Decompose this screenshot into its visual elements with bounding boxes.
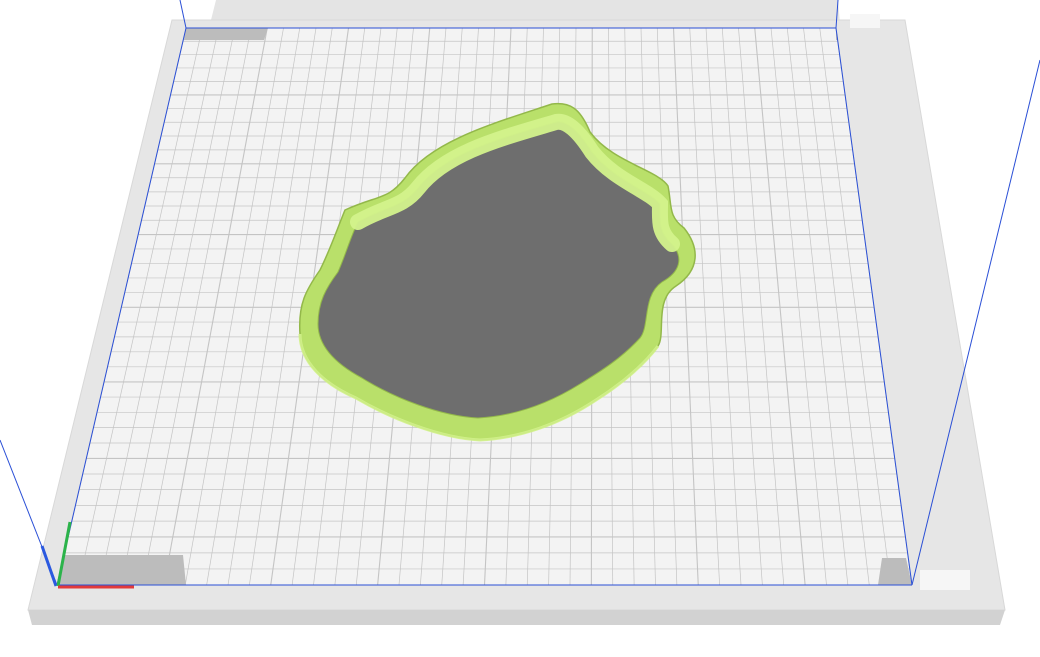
plate-right-tab	[850, 14, 880, 28]
corner-clip-back-left	[184, 28, 268, 40]
scene-canvas[interactable]	[0, 0, 1040, 657]
3d-viewport[interactable]	[0, 0, 1040, 657]
plate-front-tab	[920, 570, 970, 590]
corner-clip-front-left	[57, 555, 186, 585]
plate-front-edge	[28, 610, 1005, 625]
